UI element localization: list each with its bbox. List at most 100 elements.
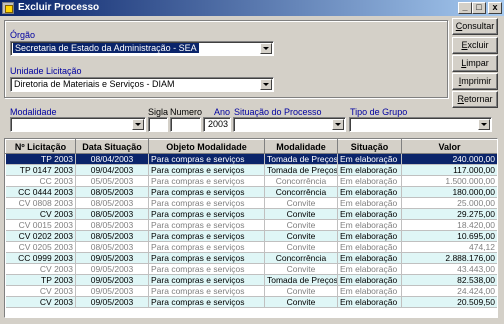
- cell-data-situacao[interactable]: 08/05/2003: [75, 241, 149, 253]
- cell-objeto-modalidade[interactable]: Para compras e serviços: [148, 285, 265, 297]
- unidade-select[interactable]: Diretoria de Materiais e Serviços - DIAM: [10, 77, 274, 92]
- column-header-valor[interactable]: Valor: [401, 139, 497, 154]
- cell-situacao[interactable]: Em elaboração: [337, 197, 402, 209]
- cell-licitacao[interactable]: CV 2003: [5, 263, 76, 275]
- cell-data-situacao[interactable]: 09/05/2003: [75, 252, 149, 264]
- cell-valor[interactable]: 20.509,50: [401, 296, 497, 308]
- cell-licitacao[interactable]: CV 0015 2003: [5, 219, 76, 231]
- chevron-down-icon[interactable]: [332, 119, 344, 130]
- cell-licitacao[interactable]: CV 0808 2003: [5, 197, 76, 209]
- cell-data-situacao[interactable]: 08/05/2003: [75, 186, 149, 198]
- limpar-button[interactable]: Limpar: [452, 55, 498, 72]
- cell-data-situacao[interactable]: 08/05/2003: [75, 230, 149, 242]
- table-row[interactable]: CV 2003 09/05/2003 Para compras e serviços…: [5, 296, 497, 308]
- cell-data-situacao[interactable]: 09/05/2003: [75, 296, 149, 308]
- cell-situacao[interactable]: Em elaboração: [337, 296, 402, 308]
- cell-valor[interactable]: 43.443,00: [401, 263, 497, 275]
- cell-valor[interactable]: 1.500.000,00: [401, 175, 497, 187]
- cell-valor[interactable]: 18.420,00: [401, 219, 497, 231]
- table-row[interactable]: CC 2003 05/05/2003 Para compras e serviços…: [5, 175, 497, 187]
- cell-data-situacao[interactable]: 09/05/2003: [75, 285, 149, 297]
- chevron-down-icon[interactable]: [260, 43, 272, 54]
- cell-data-situacao[interactable]: 08/05/2003: [75, 197, 149, 209]
- cell-modalidade[interactable]: Convite: [264, 230, 338, 242]
- cell-objeto-modalidade[interactable]: Para compras e serviços: [148, 230, 265, 242]
- cell-objeto-modalidade[interactable]: Para compras e serviços: [148, 241, 265, 253]
- cell-situacao[interactable]: Em elaboração: [337, 241, 402, 253]
- cell-situacao[interactable]: Em elaboração: [337, 252, 402, 264]
- cell-objeto-modalidade[interactable]: Para compras e serviços: [148, 164, 265, 176]
- cell-valor[interactable]: 24.424,00: [401, 285, 497, 297]
- table-row[interactable]: CV 0808 2003 08/05/2003 Para compras e ser…: [5, 197, 497, 209]
- cell-licitacao[interactable]: CC 2003: [5, 175, 76, 187]
- cell-modalidade[interactable]: Convite: [264, 219, 338, 231]
- tipo-grupo-select[interactable]: [349, 117, 492, 132]
- cell-licitacao[interactable]: CV 2003: [5, 208, 76, 220]
- table-row[interactable]: CV 2003 09/05/2003 Para compras e serviços…: [5, 263, 497, 275]
- cell-modalidade[interactable]: Tomada de Preços: [264, 153, 338, 165]
- table-row[interactable]: TP 2003 08/04/2003 Para compras e serviços…: [5, 153, 497, 165]
- sigla-input[interactable]: [148, 117, 168, 132]
- cell-licitacao[interactable]: CC 0444 2003: [5, 186, 76, 198]
- cell-valor[interactable]: 240.000,00: [401, 153, 497, 165]
- imprimir-button[interactable]: Imprimir: [452, 73, 498, 90]
- cell-situacao[interactable]: Em elaboração: [337, 230, 402, 242]
- maximize-button[interactable]: □: [472, 2, 486, 14]
- cell-objeto-modalidade[interactable]: Para compras e serviços: [148, 208, 265, 220]
- processos-grid[interactable]: Nº Licitação Data Situação Objeto Modali…: [4, 138, 498, 318]
- column-header-situacao[interactable]: Situação: [337, 139, 402, 154]
- cell-valor[interactable]: 2.888.176,00: [401, 252, 497, 264]
- cell-objeto-modalidade[interactable]: Para compras e serviços: [148, 153, 265, 165]
- cell-licitacao[interactable]: CC 0999 2003: [5, 252, 76, 264]
- orgao-select[interactable]: Secretaria de Estado da Administração - …: [10, 41, 274, 56]
- cell-objeto-modalidade[interactable]: Para compras e serviços: [148, 274, 265, 286]
- cell-situacao[interactable]: Em elaboração: [337, 219, 402, 231]
- cell-objeto-modalidade[interactable]: Para compras e serviços: [148, 197, 265, 209]
- cell-objeto-modalidade[interactable]: Para compras e serviços: [148, 296, 265, 308]
- situacao-processo-select[interactable]: [233, 117, 346, 132]
- column-header-licitacao[interactable]: Nº Licitação: [5, 139, 76, 154]
- table-row[interactable]: CV 0015 2003 08/05/2003 Para compras e ser…: [5, 219, 497, 231]
- cell-data-situacao[interactable]: 08/05/2003: [75, 208, 149, 220]
- ano-input[interactable]: 2003: [203, 117, 231, 132]
- cell-situacao[interactable]: Em elaboração: [337, 285, 402, 297]
- cell-licitacao[interactable]: CV 2003: [5, 285, 76, 297]
- cell-modalidade[interactable]: Convite: [264, 263, 338, 275]
- cell-modalidade[interactable]: Tomada de Preços: [264, 274, 338, 286]
- cell-objeto-modalidade[interactable]: Para compras e serviços: [148, 263, 265, 275]
- cell-situacao[interactable]: Em elaboração: [337, 175, 402, 187]
- table-row[interactable]: CV 0202 2003 08/05/2003 Para compras e ser…: [5, 230, 497, 242]
- title-bar[interactable]: Excluir Processo _ □ x: [0, 0, 504, 16]
- cell-data-situacao[interactable]: 09/05/2003: [75, 274, 149, 286]
- cell-situacao[interactable]: Em elaboração: [337, 164, 402, 176]
- cell-licitacao[interactable]: CV 2003: [5, 296, 76, 308]
- cell-data-situacao[interactable]: 09/04/2003: [75, 164, 149, 176]
- cell-objeto-modalidade[interactable]: Para compras e serviços: [148, 252, 265, 264]
- cell-modalidade[interactable]: Convite: [264, 197, 338, 209]
- cell-valor[interactable]: 25.000,00: [401, 197, 497, 209]
- cell-objeto-modalidade[interactable]: Para compras e serviços: [148, 219, 265, 231]
- cell-situacao[interactable]: Em elaboração: [337, 208, 402, 220]
- column-header-objeto-modalidade[interactable]: Objeto Modalidade: [148, 139, 265, 154]
- column-header-data-situacao[interactable]: Data Situação: [75, 139, 149, 154]
- minimize-button[interactable]: _: [458, 2, 472, 14]
- cell-data-situacao[interactable]: 09/05/2003: [75, 263, 149, 275]
- cell-valor[interactable]: 117.000,00: [401, 164, 497, 176]
- excluir-button[interactable]: Excluir: [452, 37, 498, 54]
- chevron-down-icon[interactable]: [478, 119, 490, 130]
- cell-valor[interactable]: 82.538,00: [401, 274, 497, 286]
- cell-situacao[interactable]: Em elaboração: [337, 186, 402, 198]
- cell-situacao[interactable]: Em elaboração: [337, 274, 402, 286]
- cell-modalidade[interactable]: Concorrência: [264, 252, 338, 264]
- cell-situacao[interactable]: Em elaboração: [337, 263, 402, 275]
- cell-licitacao[interactable]: CV 0205 2003: [5, 241, 76, 253]
- cell-modalidade[interactable]: Concorrência: [264, 175, 338, 187]
- retornar-button[interactable]: Retornar: [452, 91, 498, 108]
- cell-licitacao[interactable]: TP 2003: [5, 153, 76, 165]
- cell-modalidade[interactable]: Tomada de Preços: [264, 164, 338, 176]
- cell-licitacao[interactable]: TP 0147 2003: [5, 164, 76, 176]
- table-row[interactable]: CV 2003 08/05/2003 Para compras e serviços…: [5, 208, 497, 220]
- table-row[interactable]: CC 0999 2003 09/05/2003 Para compras e ser…: [5, 252, 497, 264]
- table-row[interactable]: TP 2003 09/05/2003 Para compras e serviços…: [5, 274, 497, 286]
- cell-valor[interactable]: 10.695,00: [401, 230, 497, 242]
